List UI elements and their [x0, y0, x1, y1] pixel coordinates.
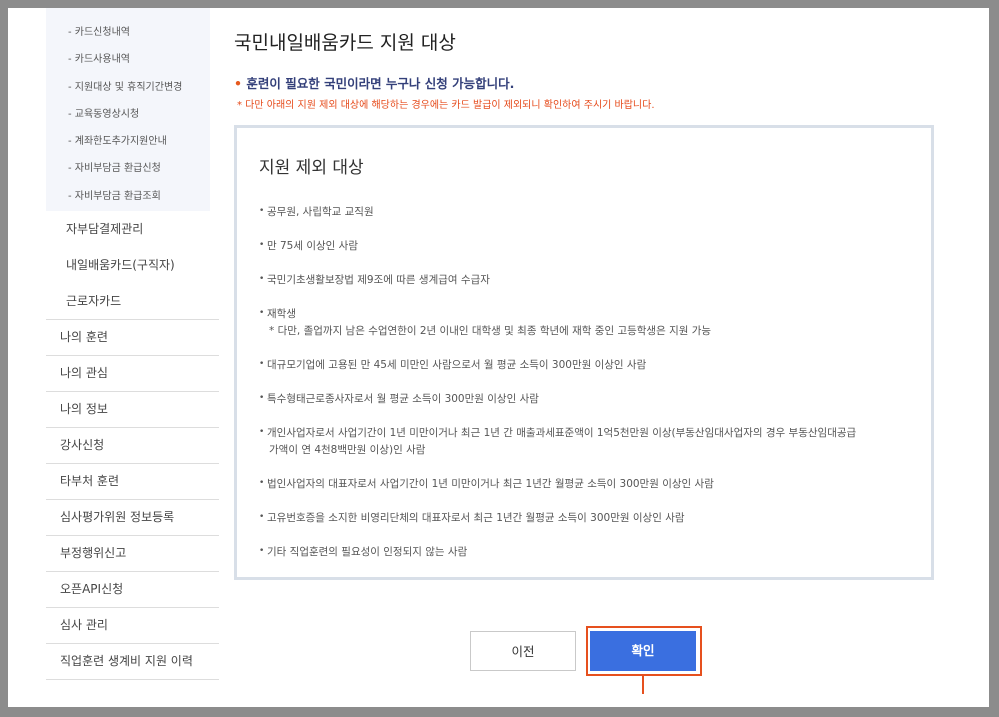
exclusion-item-continuation: 가액이 연 4천8백만원 이상)인 사람: [269, 444, 426, 456]
exclusion-item: 기타 직업훈련의 필요성이 인정되지 않는 사람: [259, 543, 929, 561]
exclusion-item: 공무원, 사립학교 교직원: [259, 203, 929, 221]
submenu-card-usage-history[interactable]: - 카드사용내역: [46, 47, 210, 74]
sidebar-item-self-payment[interactable]: 자부담결제관리: [46, 211, 219, 247]
subtitle-bullet: •: [234, 76, 242, 91]
exclusion-item: 국민기초생활보장법 제9조에 따른 생계급여 수급자: [259, 271, 929, 289]
sidebar-item-my-info[interactable]: 나의 정보: [46, 392, 219, 428]
sidebar-item-evaluator-registration[interactable]: 심사평가위원 정보등록: [46, 500, 219, 536]
page-subtitle: • 훈련이 필요한 국민이라면 누구나 신청 가능합니다.: [234, 73, 514, 92]
submenu-account-limit-info[interactable]: - 계좌한도추가지원안내: [46, 129, 210, 156]
submenu-card-application-history[interactable]: - 카드신청내역: [46, 20, 210, 47]
submenu-eligibility-change[interactable]: - 지원대상 및 휴직기간변경: [46, 75, 210, 102]
card-subgroup: 자부담결제관리 내일배움카드(구직자) 근로자카드: [46, 211, 219, 320]
exclusion-title: 지원 제외 대상: [259, 158, 364, 178]
exclusion-item: 재학생* 다만, 졸업까지 남은 수업연한이 2년 이내인 대학생 및 최종 학…: [259, 305, 929, 340]
exclusion-item: 고유번호증을 소지한 비영리단체의 대표자로서 최근 1년간 월평균 소득이 3…: [259, 509, 929, 527]
exclusion-item: 법인사업자의 대표자로서 사업기간이 1년 미만이거나 최근 1년간 월평균 소…: [259, 475, 929, 493]
confirm-button[interactable]: 확인: [590, 631, 696, 671]
submenu-refund-application[interactable]: - 자비부담금 환급신청: [46, 156, 210, 183]
exclusion-item-note: * 다만, 졸업까지 남은 수업연한이 2년 이내인 대학생 및 최종 학년에 …: [269, 325, 712, 337]
sidebar-item-my-interest[interactable]: 나의 관심: [46, 356, 219, 392]
exclusion-item: 개인사업자로서 사업기간이 1년 미만이거나 최근 1년 간 매출과세표준액이 …: [259, 424, 929, 459]
page-frame: - 카드신청내역 - 카드사용내역 - 지원대상 및 휴직기간변경 - 교육동영…: [8, 8, 989, 707]
notice-text: * 다만 아래의 지원 제외 대상에 해당하는 경우에는 카드 발급이 제외되니…: [237, 100, 655, 111]
sidebar-item-misconduct-report[interactable]: 부정행위신고: [46, 536, 219, 572]
prev-button[interactable]: 이전: [470, 631, 576, 671]
exclusion-item: 특수형태근로종사자로서 월 평균 소득이 300만원 이상인 사람: [259, 390, 929, 408]
exclusion-item: 만 75세 이상인 사람: [259, 237, 929, 255]
sidebar-item-my-training[interactable]: 나의 훈련: [46, 320, 219, 356]
submenu-refund-inquiry[interactable]: - 자비부담금 환급조회: [46, 184, 210, 211]
exclusion-item: 대규모기업에 고용된 만 45세 미만인 사람으로서 월 평균 소득이 300만…: [259, 356, 929, 374]
exclusion-list: 공무원, 사립학교 교직원 만 75세 이상인 사람 국민기초생활보장법 제9조…: [259, 203, 929, 561]
sidebar: - 카드신청내역 - 카드사용내역 - 지원대상 및 휴직기간변경 - 교육동영…: [46, 8, 219, 680]
page-title: 국민내일배움카드 지원 대상: [234, 32, 456, 54]
sidebar-item-other-ministry-training[interactable]: 타부처 훈련: [46, 464, 219, 500]
submenu-education-video[interactable]: - 교육동영상시청: [46, 102, 210, 129]
sidebar-item-review-management[interactable]: 심사 관리: [46, 608, 219, 644]
card-submenu: - 카드신청내역 - 카드사용내역 - 지원대상 및 휴직기간변경 - 교육동영…: [46, 8, 210, 211]
sidebar-item-living-cost-history[interactable]: 직업훈련 생계비 지원 이력: [46, 644, 219, 680]
sidebar-item-open-api[interactable]: 오픈API신청: [46, 572, 219, 608]
exclusion-box: 지원 제외 대상 공무원, 사립학교 교직원 만 75세 이상인 사람 국민기초…: [234, 125, 934, 580]
sidebar-item-instructor-application[interactable]: 강사신청: [46, 428, 219, 464]
sidebar-item-worker-card[interactable]: 근로자카드: [46, 283, 219, 319]
subtitle-text: 훈련이 필요한 국민이라면 누구나 신청 가능합니다.: [246, 76, 515, 91]
highlight-pointer-line: [642, 676, 644, 694]
sidebar-item-jobseeker-card[interactable]: 내일배움카드(구직자): [46, 247, 219, 283]
